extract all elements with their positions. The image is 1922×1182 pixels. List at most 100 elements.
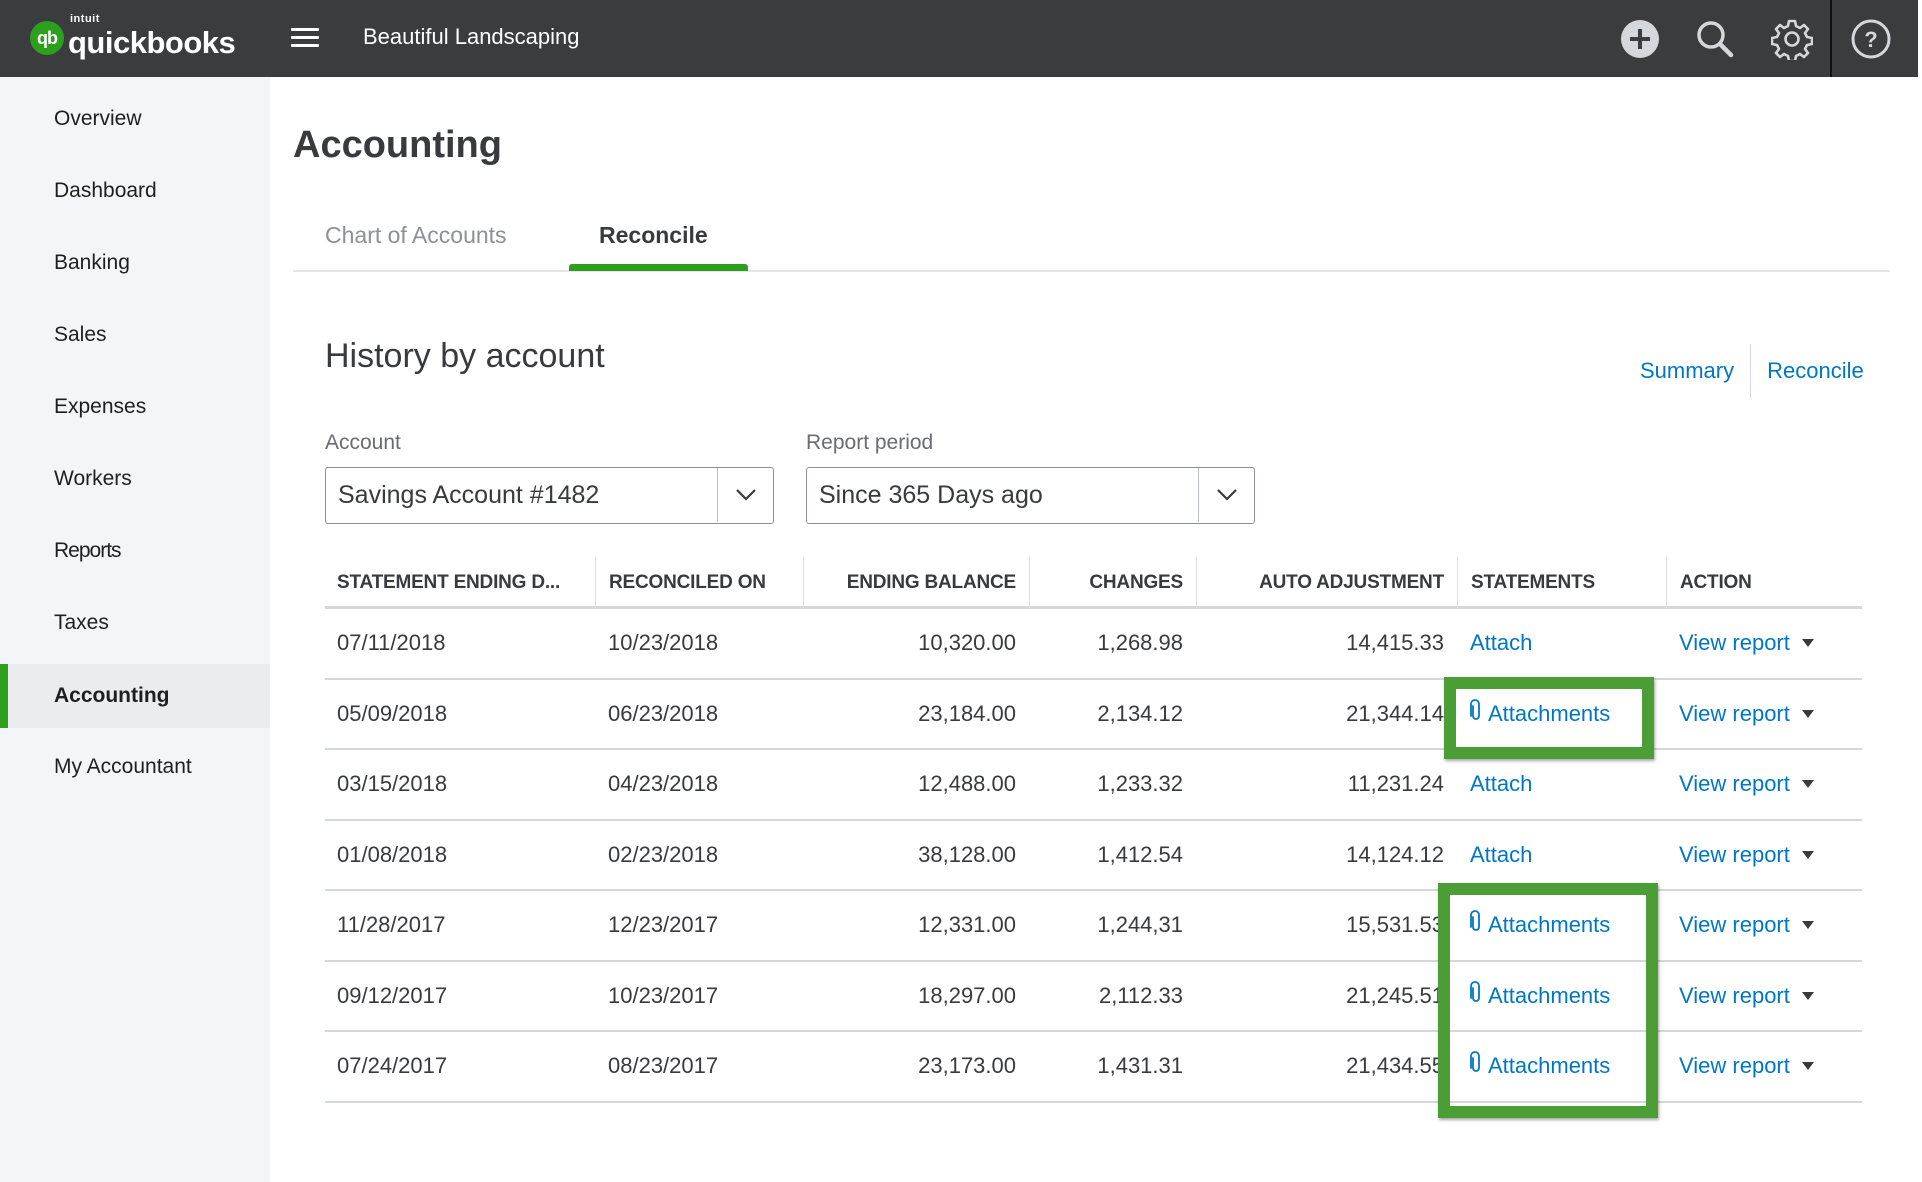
- header-links: Summary Reconcile: [1640, 344, 1864, 398]
- plus-circle-icon[interactable]: [1619, 18, 1661, 60]
- statements-link[interactable]: Attachments: [1488, 701, 1610, 727]
- sidebar-item-reports[interactable]: Reports: [0, 519, 270, 583]
- statements-link[interactable]: Attachments: [1488, 983, 1610, 1009]
- column-header-statement-ending-date[interactable]: STATEMENT ENDING D...: [337, 557, 587, 609]
- table-row[interactable]: 07/11/2018 10/23/2018 10,320.00 1,268.98…: [325, 609, 1862, 680]
- statement-ending-date-cell: 07/11/2018: [337, 630, 446, 655]
- sidebar-item-overview[interactable]: Overview: [0, 87, 270, 151]
- reconciled-on-cell: 02/23/2018: [608, 841, 719, 867]
- chevron-down-icon[interactable]: [717, 468, 773, 522]
- statement-ending-date-cell: 01/08/2018: [337, 841, 448, 867]
- caret-down-icon[interactable]: [1801, 639, 1814, 647]
- column-header-auto-adjustment[interactable]: AUTO ADJUSTMENT: [1196, 557, 1457, 609]
- view-report-link[interactable]: View report: [1679, 630, 1790, 656]
- column-header-statements[interactable]: STATEMENTS: [1457, 557, 1666, 609]
- changes-cell: 1,233.32: [1097, 771, 1183, 796]
- top-bar: qb intuit quickbooks Beautiful Landscapi…: [0, 0, 1918, 77]
- column-header-action[interactable]: ACTION: [1666, 557, 1862, 609]
- tab-reconcile[interactable]: Reconcile: [599, 222, 708, 249]
- statements-cell: Attach: [1470, 609, 1666, 677]
- changes-cell: 1,431.31: [1097, 1053, 1183, 1078]
- statement-ending-date-cell: 09/12/2017: [337, 982, 448, 1008]
- statements-cell: Attachments: [1470, 962, 1666, 1030]
- column-header-ending-balance[interactable]: ENDING BALANCE: [803, 557, 1029, 609]
- tab-bar: Chart of Accounts Reconcile: [293, 218, 1890, 272]
- paperclip-icon: [1470, 980, 1482, 1011]
- changes-cell: 1,412.54: [1097, 841, 1183, 867]
- auto-adjustment-cell: 21,434.55: [1346, 1053, 1444, 1078]
- caret-down-icon[interactable]: [1801, 709, 1814, 718]
- reconcile-link[interactable]: Reconcile: [1767, 358, 1864, 384]
- view-report-link[interactable]: View report: [1679, 771, 1790, 797]
- tab-chart-of-accounts[interactable]: Chart of Accounts: [325, 222, 507, 249]
- statements-link[interactable]: Attach: [1470, 842, 1532, 868]
- table-row[interactable]: 03/15/2018 04/23/2018 12,488.00 1,233.32…: [325, 750, 1862, 821]
- statement-ending-date-cell: 11/28/2017: [337, 912, 446, 937]
- summary-link[interactable]: Summary: [1640, 358, 1734, 384]
- statements-link[interactable]: Attach: [1470, 630, 1532, 656]
- auto-adjustment-cell: 14,415.33: [1346, 630, 1444, 655]
- auto-adjustment-cell: 21,344.14: [1346, 700, 1444, 726]
- caret-down-icon[interactable]: [1801, 991, 1814, 1000]
- sidebar-item-expenses[interactable]: Expenses: [0, 375, 270, 439]
- column-header-reconciled-on[interactable]: RECONCILED ON: [595, 557, 803, 609]
- sidebar-item-taxes[interactable]: Taxes: [0, 591, 270, 655]
- section-title: History by account: [325, 337, 605, 375]
- table-row[interactable]: 01/08/2018 02/23/2018 38,128.00 1,412.54…: [325, 821, 1862, 891]
- table-body: 07/11/2018 10/23/2018 10,320.00 1,268.98…: [325, 609, 1862, 1103]
- caret-down-icon[interactable]: [1801, 921, 1814, 929]
- ending-balance-cell: 23,184.00: [918, 700, 1016, 726]
- active-tab-indicator: [569, 264, 748, 271]
- report-period-select-value: Since 365 Days ago: [819, 481, 1043, 509]
- view-report-link[interactable]: View report: [1679, 983, 1790, 1009]
- table-row[interactable]: 09/12/2017 10/23/2017 18,297.00 2,112.33…: [325, 962, 1862, 1032]
- statements-link[interactable]: Attachments: [1488, 1053, 1610, 1079]
- sidebar-item-accounting[interactable]: Accounting: [0, 664, 270, 728]
- table-row[interactable]: 07/24/2017 08/23/2017 23,173.00 1,431.31…: [325, 1032, 1862, 1103]
- changes-cell: 1,244,31: [1097, 912, 1183, 937]
- statements-link[interactable]: Attachments: [1488, 912, 1610, 938]
- report-period-label: Report period: [806, 431, 934, 454]
- sidebar-item-dashboard[interactable]: Dashboard: [0, 159, 270, 223]
- hamburger-menu-icon[interactable]: [291, 28, 319, 48]
- sidebar-item-workers[interactable]: Workers: [0, 447, 270, 511]
- account-select-value: Savings Account #1482: [338, 481, 600, 509]
- view-report-link[interactable]: View report: [1679, 701, 1790, 727]
- ending-balance-cell: 23,173.00: [918, 1053, 1016, 1078]
- statement-ending-date-cell: 03/15/2018: [337, 771, 448, 796]
- header-divider: [1830, 0, 1832, 77]
- action-cell: View report: [1679, 680, 1862, 748]
- account-select[interactable]: Savings Account #1482: [325, 467, 774, 524]
- sidebar-item-my-accountant[interactable]: My Accountant: [0, 735, 270, 799]
- caret-down-icon[interactable]: [1801, 850, 1814, 859]
- search-icon[interactable]: [1694, 18, 1736, 60]
- paperclip-icon: [1470, 910, 1482, 940]
- action-cell: View report: [1679, 609, 1862, 677]
- chevron-down-icon[interactable]: [1198, 468, 1254, 522]
- statements-link[interactable]: Attach: [1470, 771, 1532, 797]
- caret-down-icon[interactable]: [1801, 1062, 1814, 1070]
- view-report-link[interactable]: View report: [1679, 1053, 1790, 1079]
- column-header-changes[interactable]: CHANGES: [1029, 557, 1196, 609]
- logo-intuit-text: intuit: [70, 12, 100, 25]
- help-icon[interactable]: ?: [1850, 18, 1892, 60]
- table-row[interactable]: 11/28/2017 12/23/2017 12,331.00 1,244,31…: [325, 891, 1862, 962]
- table-header: STATEMENT ENDING D... RECONCILED ON ENDI…: [325, 557, 1862, 609]
- reconciled-on-cell: 06/23/2018: [608, 700, 719, 726]
- reconcile-history-table: STATEMENT ENDING D... RECONCILED ON ENDI…: [325, 557, 1862, 1103]
- view-report-link[interactable]: View report: [1679, 842, 1790, 868]
- link-divider: [1750, 344, 1752, 398]
- statement-ending-date-cell: 05/09/2018: [337, 700, 448, 726]
- sidebar-item-banking[interactable]: Banking: [0, 231, 270, 295]
- view-report-link[interactable]: View report: [1679, 912, 1790, 938]
- account-label: Account: [325, 431, 401, 454]
- caret-down-icon[interactable]: [1801, 780, 1814, 788]
- report-period-select[interactable]: Since 365 Days ago: [806, 467, 1255, 524]
- gear-icon[interactable]: [1770, 18, 1814, 63]
- sidebar-item-sales[interactable]: Sales: [0, 303, 270, 367]
- action-cell: View report: [1679, 821, 1862, 889]
- statements-cell: Attach: [1470, 821, 1666, 889]
- table-row[interactable]: 05/09/2018 06/23/2018 23,184.00 2,134.12…: [325, 680, 1862, 750]
- quickbooks-logo[interactable]: qb intuit quickbooks: [30, 12, 236, 61]
- statements-cell: Attachments: [1470, 891, 1666, 959]
